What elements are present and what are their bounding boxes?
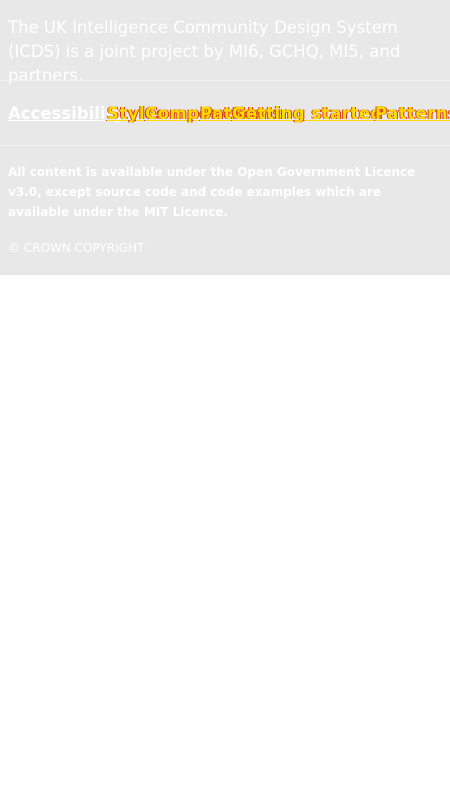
footer-link-getting-started[interactable]: Getting started	[232, 103, 383, 125]
footer-licence: All content is available under the Open …	[8, 165, 416, 219]
footer-copyright: © CROWN COPYRIGHT	[8, 241, 145, 255]
site-footer: The UK Intelligence Community Design Sys…	[0, 0, 450, 275]
footer-link-patterns[interactable]: Patterns	[375, 103, 450, 125]
footer-nav: Accessibility Styles Components Patterns…	[0, 81, 450, 145]
footer-divider-bottom	[0, 145, 450, 146]
footer-description: The UK Intelligence Community Design Sys…	[8, 18, 401, 85]
